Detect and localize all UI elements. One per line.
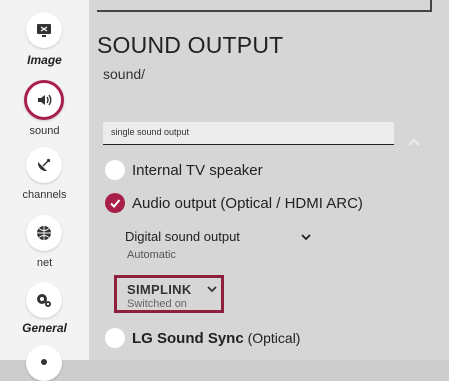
sound-output-panel: SOUND OUTPUT sound/ single sound output … xyxy=(89,0,449,360)
sidebar-item-label: General xyxy=(22,321,67,335)
settings-sidebar: Image sound channels net General xyxy=(0,0,89,381)
sidebar-item-image[interactable] xyxy=(26,12,62,48)
image-icon xyxy=(37,24,51,37)
sidebar-item-channels[interactable] xyxy=(26,147,62,183)
option-label: Audio output (Optical / HDMI ARC) xyxy=(132,195,363,212)
chevron-down-icon[interactable] xyxy=(301,234,311,241)
section-label: single sound output xyxy=(111,127,190,137)
globe-icon xyxy=(37,226,51,240)
sidebar-item-more[interactable] xyxy=(26,345,62,381)
sidebar-item-label: net xyxy=(36,257,53,269)
option-label: Internal TV speaker xyxy=(132,162,263,179)
radio-button[interactable] xyxy=(105,328,125,348)
sidebar-item-general[interactable] xyxy=(26,282,62,318)
sidebar-item-label: Image xyxy=(27,53,62,67)
breadcrumb: sound/ xyxy=(103,66,146,82)
option-label-bold: LG Sound Sync xyxy=(132,330,244,347)
checkmark-icon xyxy=(110,199,121,208)
sidebar-item-label: channels xyxy=(22,189,67,201)
simplink-label: SIMPLINK xyxy=(127,282,192,297)
divider xyxy=(430,0,432,12)
select-value: Automatic xyxy=(127,249,176,261)
option-label-suffix: (Optical) xyxy=(243,330,301,346)
radio-button[interactable] xyxy=(105,160,125,180)
sidebar-item-net[interactable] xyxy=(26,215,62,251)
option-label: LG Sound Sync (Optical) xyxy=(132,330,300,347)
simplink-value: Switched on xyxy=(127,298,187,310)
gears-icon xyxy=(37,294,51,307)
section-header: single sound output xyxy=(103,122,394,145)
sidebar-item-label: sound xyxy=(29,125,60,137)
chevron-up-icon[interactable] xyxy=(408,138,420,146)
chevron-down-icon[interactable] xyxy=(207,286,217,293)
digital-sound-output-select[interactable]: Digital sound output xyxy=(125,229,240,244)
sidebar-item-sound[interactable] xyxy=(24,80,64,120)
sound-icon xyxy=(38,94,52,106)
page-title: SOUND OUTPUT xyxy=(97,32,284,58)
simplink-setting[interactable]: SIMPLINK Switched on xyxy=(114,275,224,313)
select-label: Digital sound output xyxy=(125,229,240,244)
support-icon xyxy=(41,359,47,365)
satellite-dish-icon xyxy=(37,158,51,172)
radio-button-checked[interactable] xyxy=(105,193,125,213)
divider xyxy=(97,10,430,12)
